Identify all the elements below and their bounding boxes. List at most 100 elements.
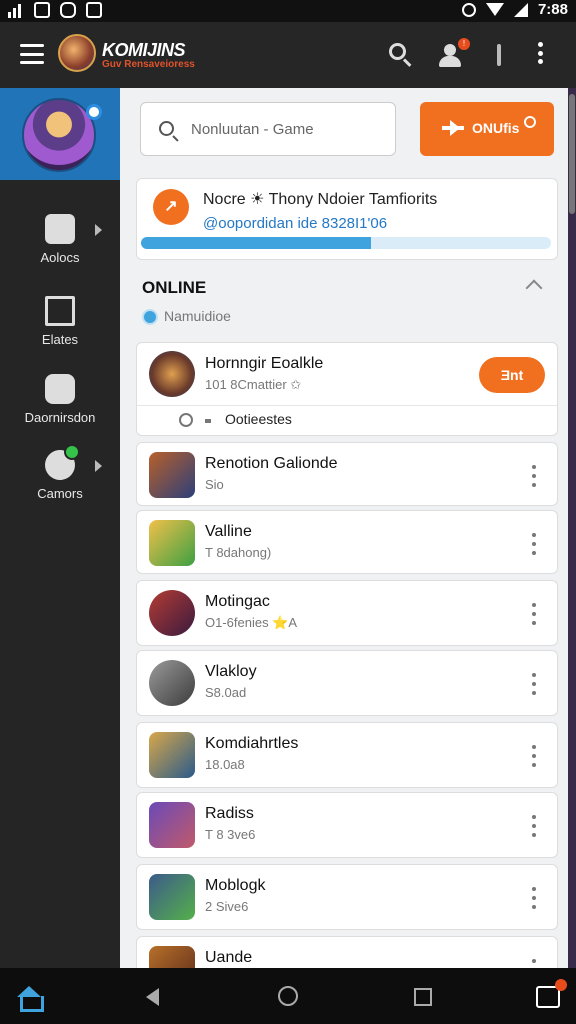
recents-icon[interactable] <box>414 988 432 1006</box>
trophy-icon <box>45 296 75 326</box>
sidebar-item-label: Daornirsdon <box>24 410 96 425</box>
friend-row[interactable]: Radiss T 8 3ve6 <box>136 792 558 858</box>
chat-icon <box>60 2 76 18</box>
friend-row[interactable]: Moblogk 2 Sive6 <box>136 864 558 930</box>
notification-badge <box>555 979 567 991</box>
section-status-label: Namuidioe <box>164 308 231 324</box>
chevron-right-icon <box>95 224 102 236</box>
navigation-bar <box>0 968 576 1024</box>
more-options-icon[interactable] <box>531 959 537 968</box>
sort-icon[interactable] <box>486 42 512 68</box>
bullet-icon <box>205 419 211 423</box>
sidebar: Aolocs Elates Daornirsdon Camors <box>0 88 120 968</box>
notification-badge: ! <box>458 38 470 50</box>
friend-avatar <box>149 946 195 968</box>
notice-icon: ↗ <box>153 189 189 225</box>
friend-extra: Ootieestes <box>225 411 292 427</box>
overflow-menu-icon[interactable] <box>530 42 550 64</box>
sidebar-item-camors[interactable]: Camors <box>0 444 120 501</box>
friend-avatar <box>149 452 195 498</box>
grid-icon <box>45 214 75 244</box>
friend-status: Sio <box>205 477 224 492</box>
friend-status: 101 8Cmattier ✩ <box>205 377 302 392</box>
friend-row[interactable]: Renotion Galionde Sio <box>136 442 558 506</box>
home-icon[interactable] <box>16 986 44 1012</box>
sidebar-item-label: Camors <box>37 486 83 501</box>
status-bar: 7:88 <box>0 0 576 22</box>
more-options-icon[interactable] <box>531 465 537 487</box>
invite-button[interactable]: Ǝnt <box>479 357 545 393</box>
friend-avatar <box>149 660 195 706</box>
friend-row[interactable]: Valline T 8dahong) <box>136 510 558 574</box>
notice-subtitle: @oopordidan ide 8328I1'06 <box>203 215 388 232</box>
friend-row[interactable]: Motingac O1-6fenies ⭐A <box>136 580 558 646</box>
online-button-label: ONUfis <box>472 120 520 136</box>
profile-avatar[interactable] <box>22 98 96 172</box>
friend-row[interactable]: Uande <box>136 936 558 968</box>
sidebar-item-daornirsdon[interactable]: Daornirsdon <box>0 374 120 425</box>
shield-icon <box>45 374 75 404</box>
more-options-icon[interactable] <box>531 745 537 767</box>
calendar-icon[interactable] <box>536 979 567 1008</box>
notice-title: Nocre ☀ Thony Ndoier Tamfiorits <box>203 191 438 208</box>
online-dot-icon <box>64 444 80 460</box>
friend-name: Motingac <box>205 593 270 610</box>
online-button[interactable]: ONUfis <box>420 102 554 156</box>
friend-avatar <box>149 590 195 636</box>
more-options-icon[interactable] <box>531 603 537 625</box>
status-ring-icon <box>524 116 536 128</box>
image-icon <box>34 2 50 18</box>
back-icon[interactable] <box>146 988 159 1006</box>
collapse-chevron-icon[interactable] <box>525 279 543 297</box>
search-input[interactable]: Nonluutan - Game <box>140 102 396 156</box>
sidebar-item-label: Aolocs <box>40 250 80 265</box>
friend-avatar <box>149 874 195 920</box>
friend-avatar <box>149 732 195 778</box>
friend-name: Renotion Galionde <box>205 455 338 472</box>
friend-avatar <box>149 351 195 397</box>
friend-name: Hornngir Eoalkle <box>205 355 324 372</box>
notice-card[interactable]: ↗ Nocre ☀ Thony Ndoier Tamfiorits @oopor… <box>136 178 558 260</box>
friend-avatar <box>149 802 195 848</box>
scrollbar[interactable] <box>568 88 576 968</box>
signal-bars-icon <box>8 2 24 18</box>
friend-status: 18.0a8 <box>205 757 245 772</box>
download-icon <box>86 2 102 18</box>
friend-name: Radiss <box>205 805 254 822</box>
status-dot-icon <box>142 309 158 326</box>
profile-header[interactable] <box>0 88 120 180</box>
friend-avatar <box>149 520 195 566</box>
search-icon[interactable] <box>388 42 414 68</box>
search-icon <box>159 121 174 136</box>
link-icon <box>179 413 193 427</box>
wifi-icon <box>485 3 504 16</box>
friend-row[interactable]: Komdiahrtles 18.0a8 <box>136 722 558 788</box>
scrollbar-thumb[interactable] <box>569 94 575 214</box>
friend-requests-icon[interactable]: ! <box>438 38 470 68</box>
app-bar: KOMIJINS Guv Rensaveioress ! <box>0 22 576 88</box>
more-options-icon[interactable] <box>531 673 537 695</box>
divider <box>137 405 557 406</box>
alarm-icon <box>461 2 476 17</box>
friend-name: Vlakloy <box>205 663 257 680</box>
notice-progress-bar <box>141 237 551 249</box>
sidebar-item-aolocs[interactable]: Aolocs <box>0 214 120 265</box>
menu-icon[interactable] <box>20 44 44 64</box>
friend-name: Moblogk <box>205 877 266 894</box>
app-logo <box>58 34 96 72</box>
friend-name: Valline <box>205 523 252 540</box>
cell-signal-icon <box>513 2 528 17</box>
section-status: Namuidioe <box>142 308 231 326</box>
featured-friend-card[interactable]: Hornngir Eoalkle 101 8Cmattier ✩ Ǝnt Oot… <box>136 342 558 436</box>
more-options-icon[interactable] <box>531 815 537 837</box>
friend-status: T 8 3ve6 <box>205 827 256 842</box>
friend-status: T 8dahong) <box>205 545 272 560</box>
friend-name: Uande <box>205 949 253 966</box>
home-button-icon[interactable] <box>278 986 298 1006</box>
app-title: KOMIJINS <box>102 40 186 60</box>
more-options-icon[interactable] <box>531 533 537 555</box>
friend-row[interactable]: Vlakloy S8.0ad <box>136 650 558 716</box>
chevron-right-icon <box>95 460 102 472</box>
more-options-icon[interactable] <box>531 887 537 909</box>
sidebar-item-elates[interactable]: Elates <box>0 296 120 347</box>
